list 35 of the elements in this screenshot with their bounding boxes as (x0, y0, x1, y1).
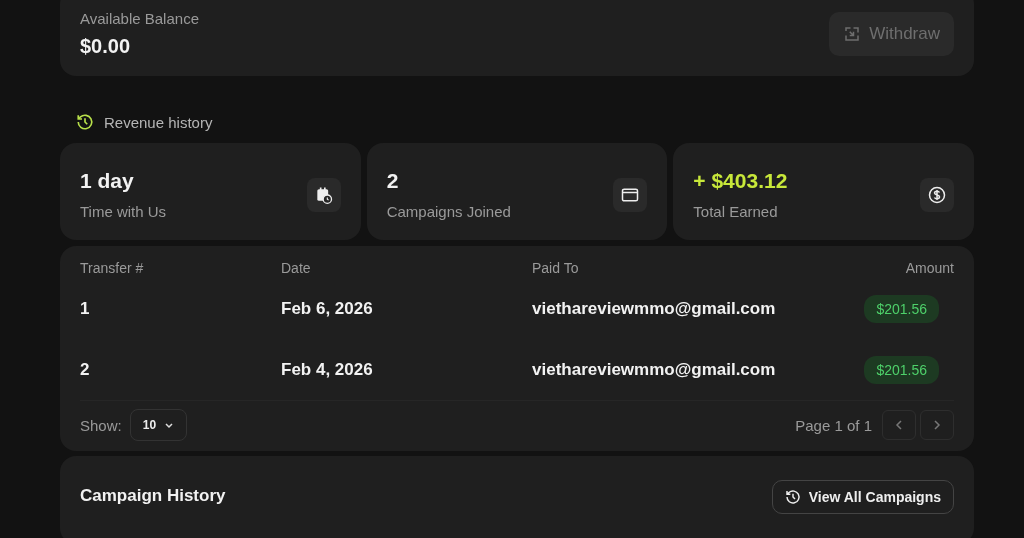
section-title: Revenue history (104, 113, 213, 131)
history-icon (76, 113, 94, 131)
stat-label: Total Earned (693, 203, 779, 220)
amount-badge: $201.56 (864, 355, 939, 384)
campaign-history-title: Campaign History (80, 486, 226, 506)
calendar-clock-icon (306, 177, 341, 212)
column-header: Amount (904, 260, 954, 276)
column-header: Transfer # (80, 260, 145, 276)
balance-label: Available Balance (80, 10, 199, 27)
chevron-left-icon (893, 419, 905, 431)
table-cell-text: viethareviewmmo@gmail.com (532, 298, 777, 319)
table-cell-text: Feb 6, 2026 (281, 298, 374, 319)
stat-label: Campaigns Joined (386, 203, 511, 220)
table-cell-text: 1 (80, 298, 91, 319)
column-header: Date (281, 260, 312, 276)
balance-value: $0.00 (80, 35, 132, 58)
history-icon (784, 489, 801, 505)
view-all-campaigns-button[interactable]: View All Campaigns (771, 480, 954, 514)
table-cell-text: 2 (80, 359, 91, 380)
stat-label: Time with Us (80, 203, 167, 220)
download-tray-icon (843, 25, 862, 43)
page-info: Page 1 of 1 (795, 416, 872, 434)
chevron-down-icon (164, 420, 175, 430)
table-cell-text: viethareviewmmo@gmail.com (532, 359, 777, 380)
table-cell-text: Feb 4, 2026 (281, 359, 374, 380)
dollar-coin-icon (920, 177, 954, 212)
stat-value: + $403.12 (693, 169, 788, 193)
window-icon (613, 177, 648, 212)
page-size-dropdown[interactable]: 10 (129, 409, 188, 441)
column-header: Paid To (532, 260, 580, 276)
stat-value: 2 (386, 169, 400, 193)
amount-badge: $201.56 (864, 294, 939, 323)
show-label: Show: (80, 416, 122, 434)
stat-value: 1 day (80, 169, 135, 193)
chevron-right-icon (931, 419, 943, 431)
